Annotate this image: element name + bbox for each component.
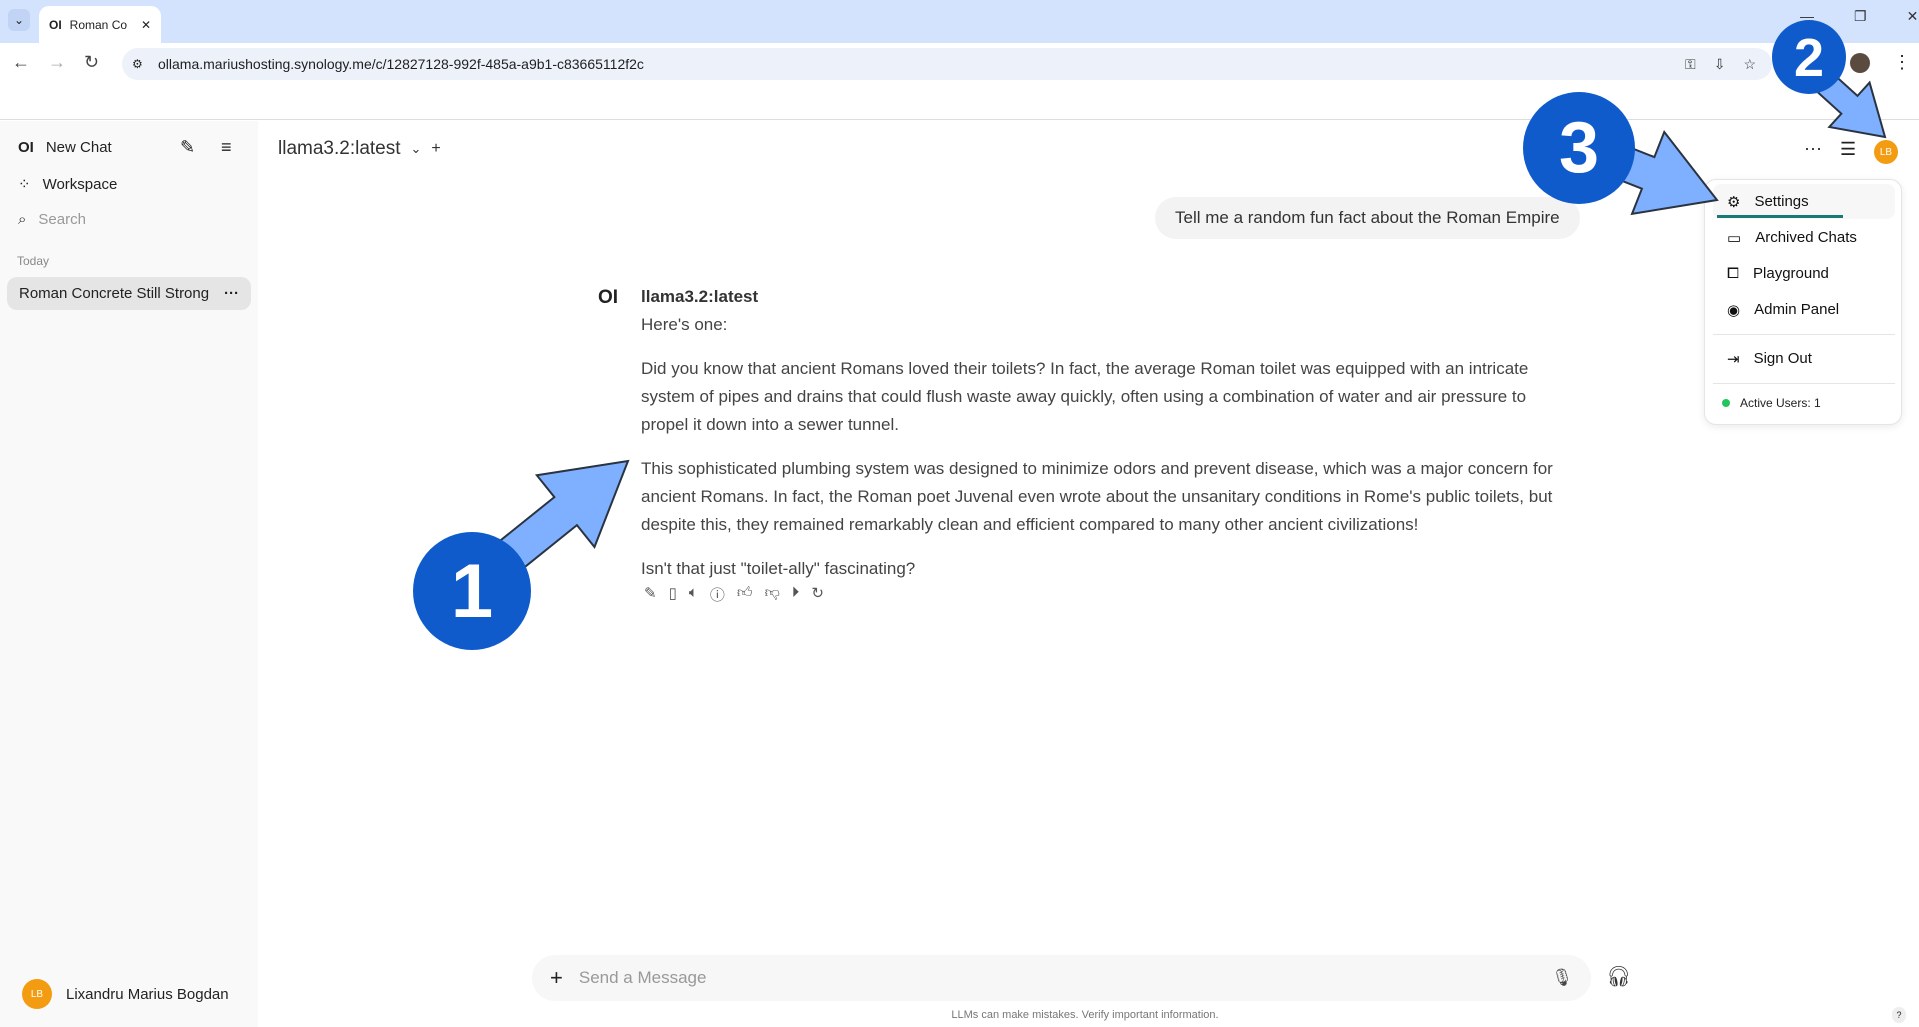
annotation-overlay: 1 2 3 — [413, 20, 1887, 650]
annotation-3: 3 — [1523, 92, 1635, 204]
annotation-2: 2 — [1772, 20, 1846, 94]
annotation-label: 2 — [1794, 28, 1824, 88]
annotation-label: 3 — [1559, 108, 1599, 188]
annotation-label: 1 — [451, 549, 493, 634]
annotation-1: 1 — [413, 532, 531, 650]
